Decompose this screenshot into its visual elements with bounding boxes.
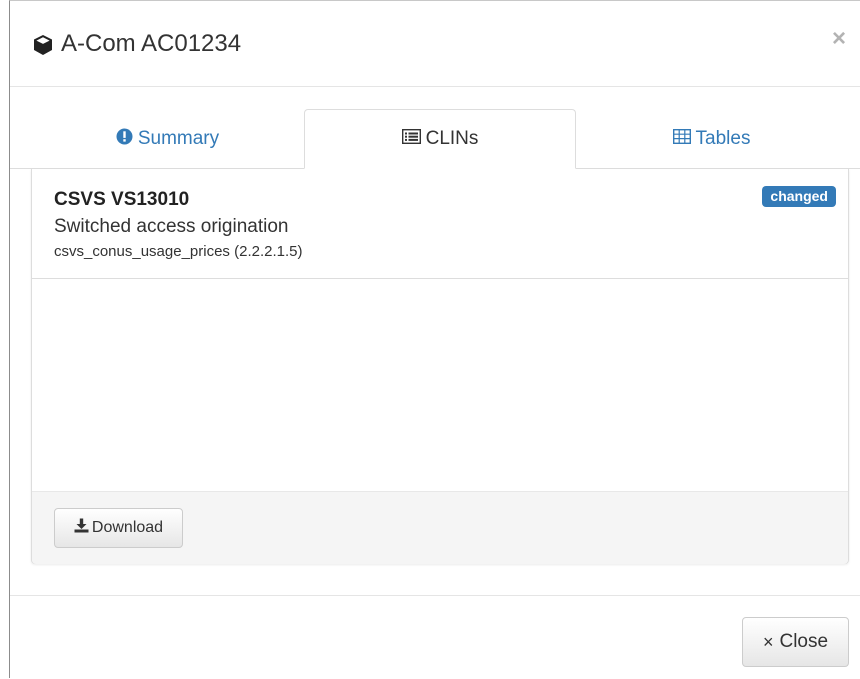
close-icon[interactable]: × bbox=[832, 27, 846, 51]
modal-footer: × Close bbox=[10, 595, 860, 679]
download-button[interactable]: Download bbox=[54, 508, 183, 548]
download-icon bbox=[74, 518, 89, 538]
clin-panel-footer: Download bbox=[32, 491, 848, 564]
status-badge: changed bbox=[762, 186, 836, 207]
modal-header: A-Com AC01234 × bbox=[10, 1, 860, 87]
exclamation-circle-icon bbox=[116, 128, 133, 151]
download-label: Download bbox=[91, 519, 164, 536]
clin-source: csvs_conus_usage_prices (2.2.2.1.5) bbox=[54, 243, 303, 260]
clin-panel-header: CSVS VS13010 Switched access origination… bbox=[32, 169, 848, 279]
tab-tables-label: Tables bbox=[695, 128, 751, 149]
modal-dialog: A-Com AC01234 × Summary CLINs Tables CSV… bbox=[9, 0, 860, 678]
close-button-icon: × bbox=[762, 631, 774, 652]
list-alt-icon bbox=[401, 128, 421, 150]
clin-panel: CSVS VS13010 Switched access origination… bbox=[31, 169, 849, 564]
clin-name: Switched access origination bbox=[54, 216, 289, 237]
modal-title: A-Com AC01234 bbox=[32, 28, 241, 60]
tab-summary[interactable]: Summary bbox=[32, 109, 303, 169]
close-button-label: Close bbox=[779, 631, 829, 652]
clin-panel-body bbox=[32, 279, 848, 491]
cube-icon bbox=[32, 33, 54, 55]
clin-code: CSVS VS13010 bbox=[54, 189, 190, 210]
modal-title-text: A-Com AC01234 bbox=[61, 30, 242, 57]
tab-clins[interactable]: CLINs bbox=[304, 109, 576, 169]
tab-tables[interactable]: Tables bbox=[576, 109, 847, 169]
close-button[interactable]: × Close bbox=[742, 617, 849, 667]
tab-summary-label: Summary bbox=[137, 128, 220, 149]
tab-clins-label: CLINs bbox=[425, 128, 479, 149]
table-icon bbox=[672, 128, 691, 150]
